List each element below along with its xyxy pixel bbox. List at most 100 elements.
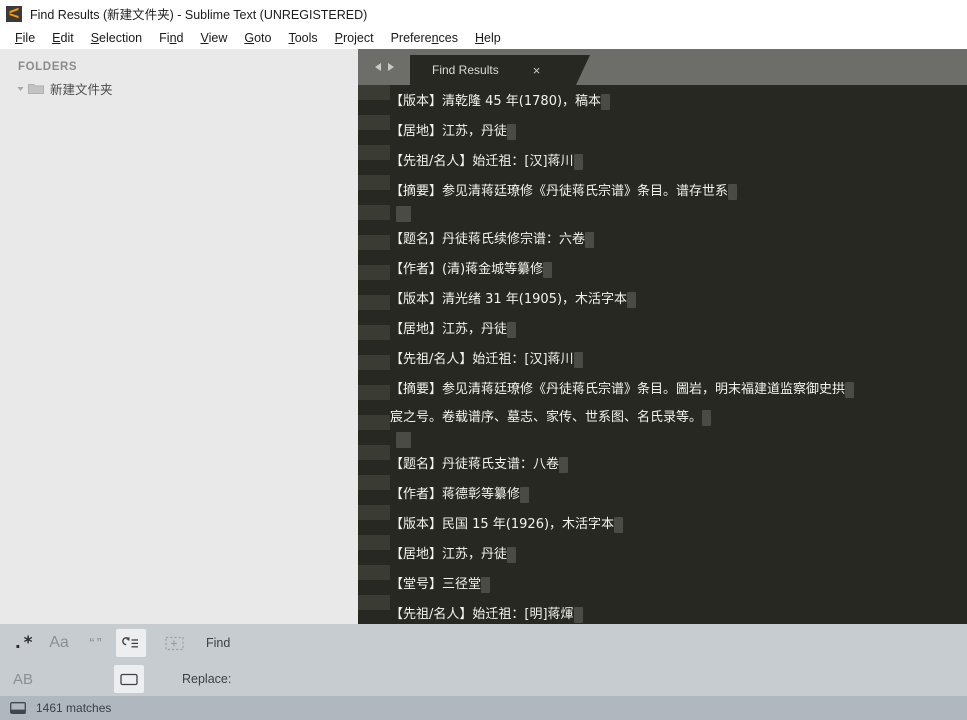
editor-line-text: 【作者】蒋德彰等纂修 (390, 487, 521, 502)
find-label: Find (206, 636, 231, 650)
close-icon[interactable]: × (533, 64, 541, 77)
menu-item-selection[interactable]: Selection (83, 30, 151, 46)
gutter-stripe (358, 385, 390, 400)
editor-content[interactable]: 【版本】清乾隆 45 年(1780)，稿本 【居地】江苏，丹徒【先祖/名人】始迁祖… (358, 85, 967, 624)
editor-line-text: 【堂号】三径堂 (390, 577, 482, 592)
gutter-stripe (358, 355, 390, 370)
editor-line[interactable]: 【作者】(清)蒋金城等纂修 (390, 259, 553, 281)
tab-find-results[interactable]: Find Results × (410, 55, 590, 85)
preserve-case-icon: AB (12, 670, 33, 688)
gutter-stripe (358, 505, 390, 520)
menu-item-file[interactable]: File (7, 30, 44, 46)
gutter-stripe (358, 565, 390, 580)
editor-line-text: 【居地】江苏，丹徒 (390, 322, 508, 337)
match-highlight (559, 457, 569, 473)
editor-line[interactable]: 【题名】丹徒蒋氏支谱：八卷 (390, 454, 569, 476)
menu-item-help[interactable]: Help (467, 30, 510, 46)
editor-line[interactable]: 【版本】民国 15 年(1926)，木活字本 (390, 514, 624, 536)
menu-item-project[interactable]: Project (327, 30, 383, 46)
match-highlight (507, 547, 517, 563)
preserve-case-toggle-button[interactable]: AB (8, 665, 38, 693)
editor-line[interactable]: 【堂号】三径堂 (390, 574, 491, 596)
gutter-stripe (358, 115, 390, 130)
editor-line[interactable]: 【版本】清乾隆 45 年(1780)，稿本 (390, 91, 611, 113)
editor-line[interactable]: 【题名】丹徒蒋氏续修宗谱：六卷 (390, 229, 595, 251)
editor-line[interactable]: 【摘要】参见清蒋廷璙修《丹徒蒋氏宗谱》条目。谱存世系 (390, 181, 738, 203)
status-text: 1461 matches (36, 701, 112, 715)
main-area: FOLDERS 新建文件夹 Find Results × 【版本】清乾隆 45 … (0, 49, 967, 624)
case-sensitive-toggle-button[interactable]: Aa (44, 629, 74, 657)
find-replace-panel: .* Aa “ ” Find AB Replace: (0, 624, 967, 696)
editor-line[interactable]: 【先祖/名人】始迁祖：[汉]蒋川 (390, 349, 583, 371)
sublime-text-window: Find Results (新建文件夹) - Sublime Text (UNR… (0, 0, 967, 720)
arrow-right-icon[interactable] (386, 62, 395, 72)
editor-line[interactable]: 【居地】江苏，丹徒 (390, 544, 517, 566)
editor-line-text: 【版本】清乾隆 45 年(1780)，稿本 (390, 94, 602, 109)
arrow-left-icon[interactable] (374, 62, 383, 72)
whole-word-toggle-button[interactable]: “ ” (80, 629, 110, 657)
editor-line-text: 【版本】清光绪 31 年(1905)，木活字本 (390, 292, 628, 307)
gutter-stripe (358, 475, 390, 490)
editor-line[interactable]: 【先祖/名人】始迁祖：[汉]蒋川 (390, 151, 583, 173)
highlight-results-toggle-button[interactable] (114, 665, 144, 693)
match-highlight (728, 184, 738, 200)
menu-item-edit[interactable]: Edit (44, 30, 83, 46)
editor-lines: 【版本】清乾隆 45 年(1780)，稿本 【居地】江苏，丹徒【先祖/名人】始迁祖… (390, 85, 967, 624)
sidebar-folder-label: 新建文件夹 (50, 83, 113, 97)
menu-item-preferences[interactable]: Preferences (383, 30, 467, 46)
match-highlight (614, 517, 624, 533)
tab-nav-arrows[interactable] (358, 49, 410, 85)
match-highlight (507, 322, 517, 338)
gutter-stripe (358, 415, 390, 430)
editor-line-text: 【题名】丹徒蒋氏支谱：八卷 (390, 457, 560, 472)
panel-icon[interactable] (10, 702, 26, 714)
regex-toggle-button[interactable]: .* (8, 629, 38, 657)
editor-line[interactable]: 【作者】蒋德彰等纂修 (390, 484, 530, 506)
match-highlight (702, 410, 712, 426)
gutter-stripe (358, 265, 390, 280)
sidebar-folder-item[interactable]: 新建文件夹 (0, 79, 358, 98)
match-highlight (845, 382, 855, 398)
editor-line[interactable]: 【版本】清光绪 31 年(1905)，木活字本 (390, 289, 637, 311)
wrap-icon (122, 636, 140, 651)
gutter-stripe (358, 175, 390, 190)
folder-icon (28, 82, 44, 95)
editor-line-text: 【居地】江苏，丹徒 (390, 124, 508, 139)
gutter-stripe (358, 595, 390, 610)
find-row: .* Aa “ ” Find (0, 624, 967, 662)
menu-item-find[interactable]: Find (151, 30, 192, 46)
tab-bar: Find Results × (358, 49, 967, 85)
match-highlight (573, 154, 583, 170)
editor-line[interactable]: 【先祖/名人】始迁祖：[明]蒋煇 (390, 604, 583, 624)
match-highlight (627, 292, 637, 308)
menu-item-tools[interactable]: Tools (280, 30, 326, 46)
title-bar: Find Results (新建文件夹) - Sublime Text (UNR… (0, 0, 967, 27)
match-highlight (507, 124, 517, 140)
editor-line[interactable]: 【摘要】参见清蒋廷璙修《丹徒蒋氏宗谱》条目。圌岩，明末福建道监察御史拱 (390, 379, 855, 401)
match-highlight (573, 352, 583, 368)
in-selection-toggle-button[interactable] (160, 629, 190, 657)
editor-line[interactable]: 【居地】江苏，丹徒 (390, 121, 517, 143)
replace-row: AB Replace: (0, 662, 967, 696)
editor-line-text: 宸之号。卷载谱序、墓志、家传、世系图、名氏录等。 (390, 410, 703, 425)
editor-line[interactable]: 【居地】江苏，丹徒 (390, 319, 517, 341)
editor-line[interactable]: 宸之号。卷载谱序、墓志、家传、世系图、名氏录等。 (390, 407, 712, 429)
match-highlight (585, 232, 595, 248)
editor-line-text: 【摘要】参见清蒋廷璙修《丹徒蒋氏宗谱》条目。圌岩，明末福建道监察御史拱 (390, 382, 846, 397)
gutter-stripe (358, 325, 390, 340)
gutter-stripe (358, 205, 390, 220)
wrap-toggle-button[interactable] (116, 629, 146, 657)
gutter-stripe (358, 295, 390, 310)
match-highlight (481, 577, 491, 593)
sidebar: FOLDERS 新建文件夹 (0, 49, 358, 624)
selection-icon (165, 636, 185, 651)
folders-header: FOLDERS (18, 61, 78, 73)
menu-item-view[interactable]: View (192, 30, 236, 46)
replace-label: Replace: (182, 672, 232, 686)
editor-line-text: 【先祖/名人】始迁祖：[明]蒋煇 (390, 607, 574, 622)
editor-line-text: 【居地】江苏，丹徒 (390, 547, 508, 562)
chevron-down-icon[interactable] (14, 83, 26, 95)
editor-pane: Find Results × 【版本】清乾隆 45 年(1780)，稿本 【居地】… (358, 49, 967, 624)
editor-line-text: 【先祖/名人】始迁祖：[汉]蒋川 (390, 154, 574, 169)
menu-item-goto[interactable]: Goto (236, 30, 280, 46)
